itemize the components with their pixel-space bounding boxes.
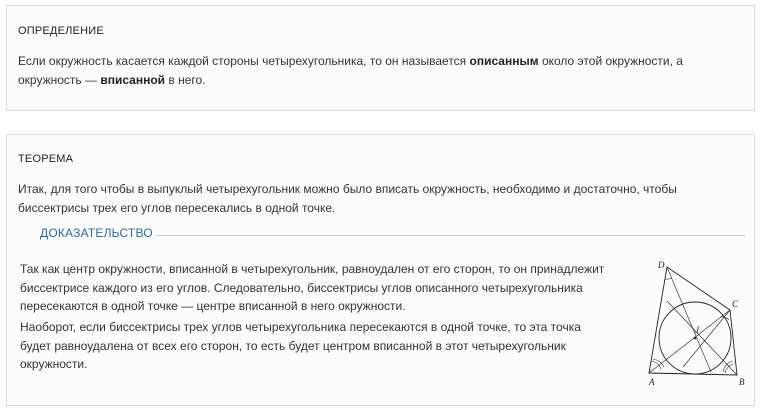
angle-marks: [650, 277, 734, 374]
theorem-card: ТЕОРЕМА Итак, для того чтобы в выпуклый …: [6, 134, 755, 406]
center-point: [693, 336, 697, 340]
proof-title: ДОКАЗАТЕЛЬСТВО: [40, 226, 153, 240]
quadrilateral-outline: [648, 266, 738, 376]
theorem-text: Итак, для того чтобы в выпуклый четыреху…: [18, 182, 677, 215]
label-A: A: [648, 377, 655, 387]
inscribed-quadrilateral-figure: D C J A B: [648, 260, 745, 387]
proof-paragraph-2: Наоборот, если биссектрисы трех углов че…: [20, 320, 581, 371]
proof-divider: [156, 235, 745, 236]
label-B: B: [739, 377, 745, 387]
definition-heading: ОПРЕДЕЛЕНИЕ: [18, 25, 104, 37]
definition-text-part3: в него.: [165, 73, 206, 87]
definition-card: ОПРЕДЕЛЕНИЕ Если окружность касается каж…: [6, 5, 755, 111]
definition-bold-term-1: описанным: [469, 54, 539, 68]
definition-text: Если окружность касается каждой стороны …: [18, 52, 748, 90]
theorem-heading: ТЕОРЕМА: [18, 153, 74, 165]
proof-paragraph-1: Так как центр окружности, вписанной в че…: [20, 262, 605, 313]
definition-bold-term-2: вписанной: [100, 73, 166, 87]
label-C: C: [732, 299, 739, 309]
label-J: J: [695, 325, 700, 335]
label-D: D: [657, 260, 665, 270]
angle-bisectors: [648, 266, 738, 376]
definition-text-part1: Если окружность касается каждой стороны …: [18, 54, 470, 68]
